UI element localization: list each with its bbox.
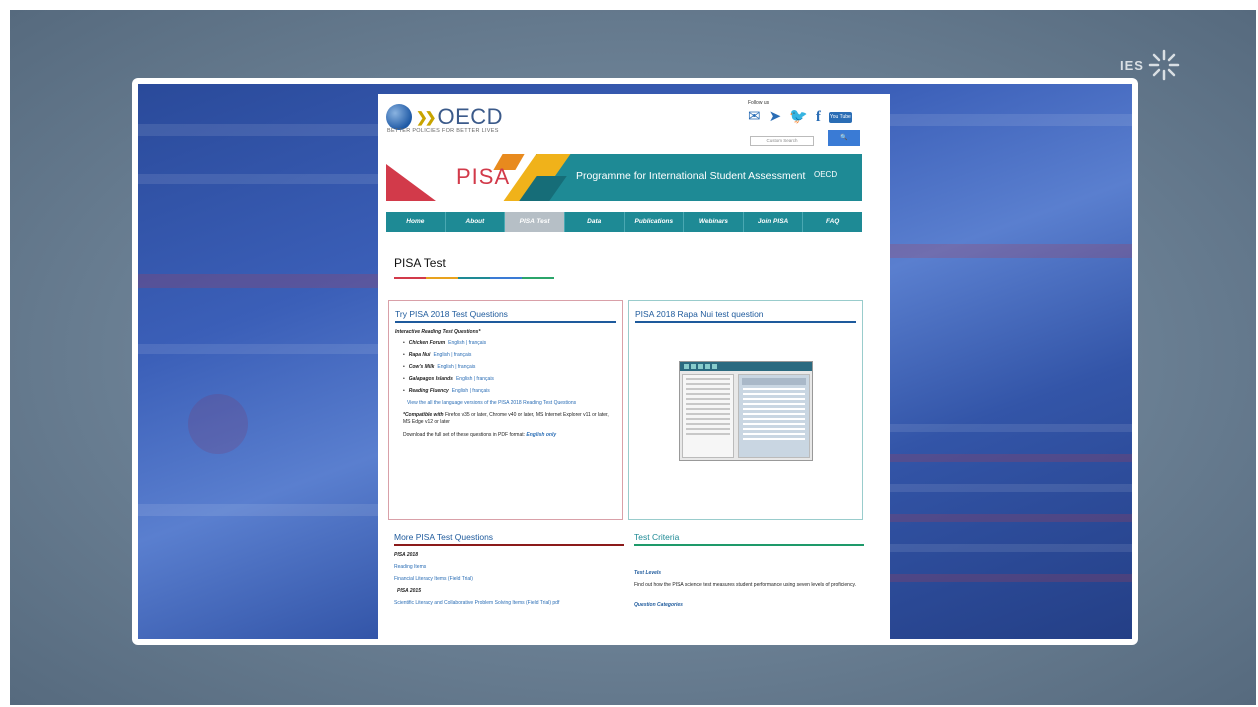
search-button[interactable]: 🔍 [828,130,860,146]
flags-background: ❯❯ OECD BETTER POLICIES FOR BETTER LIVES… [138,84,1132,639]
site-header: ❯❯ OECD BETTER POLICIES FOR BETTER LIVES… [378,94,890,152]
pisa-webpage: ❯❯ OECD BETTER POLICIES FOR BETTER LIVES… [378,94,890,639]
compatibility-note: *Compatible with Firefox v35 or later, C… [403,412,609,425]
list-item: • Reading Fluency English | français [403,388,490,394]
ies-logo-text: IES [1120,57,1144,73]
nav-webinars[interactable]: Webinars [684,212,744,232]
test-criteria-section: Test Criteria Test Levels Find out how t… [634,532,864,614]
language-links[interactable]: English | français [437,364,475,370]
sunburst-icon [1148,49,1180,81]
more-questions-section: More PISA Test Questions PISA 2018 Readi… [394,532,624,612]
download-note: Download the full set of these questions… [403,432,557,438]
rapa-box-title: PISA 2018 Rapa Nui test question [635,309,856,323]
oecd-logo[interactable]: ❯❯ OECD [386,104,503,130]
test-levels-text: Find out how the PISA science test measu… [634,582,856,588]
english-only-link[interactable]: English only [526,432,556,438]
pisa-logo-word: PISA [456,164,511,189]
year-heading-2018: PISA 2018 [394,552,418,558]
list-item: • Rapa Nui English | français [403,352,472,358]
youtube-icon[interactable]: You Tube [828,111,852,123]
video-frame: ❯❯ OECD BETTER POLICIES FOR BETTER LIVES… [132,78,1138,645]
main-nav: Home About PISA Test Data Publications W… [386,212,862,232]
list-item: • Galapagos Islands English | français [403,376,494,382]
try-box-subtitle: Interactive Reading Test Questions* [395,329,481,335]
try-questions-box: Try PISA 2018 Test Questions Interactive… [388,300,623,520]
language-links[interactable]: English | français [433,352,471,358]
follow-us-label: Follow us [748,100,770,106]
nav-pisa-test[interactable]: PISA Test [505,212,565,232]
more-section-title: More PISA Test Questions [394,532,624,546]
red-triangle [386,164,436,201]
question-categories-heading[interactable]: Question Categories [634,602,864,608]
language-links[interactable]: English | français [456,376,494,382]
nav-join-pisa[interactable]: Join PISA [744,212,804,232]
language-links[interactable]: English | français [452,388,490,394]
question-list: • Chicken Forum English | français • Rapa N… [395,340,616,394]
nav-faq[interactable]: FAQ [803,212,862,232]
language-links[interactable]: English | français [448,340,486,346]
facebook-icon[interactable]: f [816,109,821,125]
oecd-logo-word: OECD [437,104,504,129]
scientific-literacy-link[interactable]: Scientific Literacy and Collaborative Pr… [394,600,624,606]
list-item: • Chicken Forum English | français [403,340,487,346]
nav-about[interactable]: About [446,212,506,232]
list-item: • Cow's Milk English | français [403,364,476,370]
reading-items-link[interactable]: Reading Items [394,564,624,570]
all-versions-link[interactable]: View the all the language versions of th… [395,400,616,406]
banner-title: Programme for International Student Asse… [576,170,806,182]
social-links: ✉ ➤ 🐦 f You Tube [748,109,852,125]
banner-oecd-mark: OECD [814,170,838,179]
arrows-icon: ❯❯ [416,108,437,125]
search-input[interactable]: Custom Search [750,136,814,146]
test-levels-heading[interactable]: Test Levels [634,570,864,576]
financial-literacy-link[interactable]: Financial Literacy Items (Field Trial) [394,576,624,582]
twitter-icon[interactable]: 🐦 [789,109,808,125]
test-question-thumbnail[interactable] [679,361,813,461]
criteria-section-title: Test Criteria [634,532,864,546]
try-box-title: Try PISA 2018 Test Questions [395,309,616,323]
oecd-tagline: BETTER POLICIES FOR BETTER LIVES [387,128,499,134]
nav-data[interactable]: Data [565,212,625,232]
page-title: PISA Test [394,256,446,270]
nav-publications[interactable]: Publications [625,212,685,232]
nav-home[interactable]: Home [386,212,446,232]
globe-icon [386,104,412,130]
pisa-banner: PISA Programme for International Student… [386,154,862,201]
rapa-nui-box: PISA 2018 Rapa Nui test question [628,300,863,520]
telegram-icon[interactable]: ➤ [769,109,782,125]
email-icon[interactable]: ✉ [748,109,761,125]
title-underline [394,277,554,279]
year-heading-2015: PISA 2015 [397,588,421,594]
